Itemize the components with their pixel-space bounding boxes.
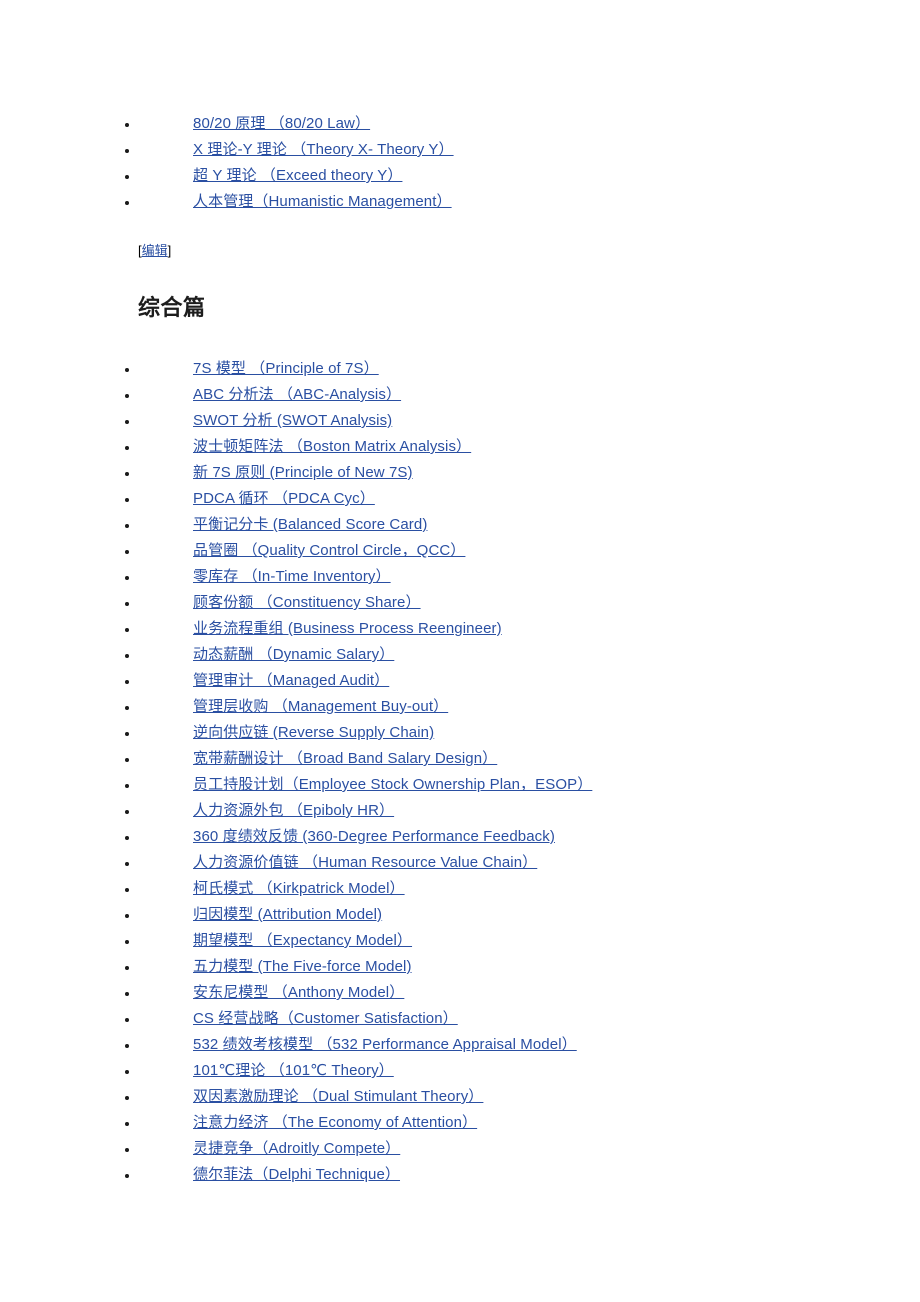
edit-link[interactable]: 编辑 xyxy=(142,243,168,258)
comprehensive-item-link[interactable]: 归因模型 (Attribution Model) xyxy=(193,906,382,923)
comprehensive-item-link[interactable]: 德尔菲法（Delphi Technique） xyxy=(193,1166,400,1183)
comprehensive-item-link[interactable]: 平衡记分卡 (Balanced Score Card) xyxy=(193,516,427,533)
list-item: 零库存 （In-Time Inventory） xyxy=(0,564,592,590)
comprehensive-item-link[interactable]: 532 绩效考核模型 （532 Performance Appraisal Mo… xyxy=(193,1036,577,1053)
theory-item-link[interactable]: 80/20 原理 （80/20 Law） xyxy=(193,115,370,132)
list-item: 柯氏模式 （Kirkpatrick Model） xyxy=(0,876,592,902)
comprehensive-item-link[interactable]: 管理审计 （Managed Audit） xyxy=(193,672,389,689)
list-item: 逆向供应链 (Reverse Supply Chain) xyxy=(0,720,592,746)
comprehensive-item-link[interactable]: 101℃理论 （101℃ Theory） xyxy=(193,1062,394,1079)
comprehensive-item-link[interactable]: 柯氏模式 （Kirkpatrick Model） xyxy=(193,880,405,897)
comprehensive-item-link[interactable]: 顾客份额 （Constituency Share） xyxy=(193,594,421,611)
list-item: 360 度绩效反馈 (360-Degree Performance Feedba… xyxy=(0,824,592,850)
list-item: 品管圈 （Quality Control Circle，QCC） xyxy=(0,538,592,564)
comprehensive-topic-list: 7S 模型 （Principle of 7S） ABC 分析法 （ABC-Anal… xyxy=(0,356,592,1188)
list-item: 人力资源价值链 （Human Resource Value Chain） xyxy=(0,850,592,876)
comprehensive-item-link[interactable]: CS 经营战略（Customer Satisfaction） xyxy=(193,1010,458,1027)
list-item: 7S 模型 （Principle of 7S） xyxy=(0,356,592,382)
list-item: 动态薪酬 （Dynamic Salary） xyxy=(0,642,592,668)
list-item: 101℃理论 （101℃ Theory） xyxy=(0,1058,592,1084)
edit-close-bracket: ] xyxy=(167,243,172,258)
list-item: 双因素激励理论 （Dual Stimulant Theory） xyxy=(0,1084,592,1110)
section-heading: 综合篇 xyxy=(138,295,206,320)
comprehensive-item-link[interactable]: ABC 分析法 （ABC-Analysis） xyxy=(193,386,401,403)
list-item: 人力资源外包 （Epiboly HR） xyxy=(0,798,592,824)
comprehensive-item-link[interactable]: 360 度绩效反馈 (360-Degree Performance Feedba… xyxy=(193,828,555,845)
list-item: 80/20 原理 （80/20 Law） xyxy=(0,111,454,137)
list-item: 人本管理（Humanistic Management） xyxy=(0,189,454,215)
comprehensive-item-link[interactable]: 安东尼模型 （Anthony Model） xyxy=(193,984,404,1001)
comprehensive-item-link[interactable]: 7S 模型 （Principle of 7S） xyxy=(193,360,379,377)
edit-marker: [编辑] xyxy=(138,242,171,260)
list-item: CS 经营战略（Customer Satisfaction） xyxy=(0,1006,592,1032)
list-item: 德尔菲法（Delphi Technique） xyxy=(0,1162,592,1188)
comprehensive-item-link[interactable]: SWOT 分析 (SWOT Analysis) xyxy=(193,412,392,429)
comprehensive-item-link[interactable]: 期望模型 （Expectancy Model） xyxy=(193,932,412,949)
comprehensive-item-link[interactable]: 人力资源外包 （Epiboly HR） xyxy=(193,802,394,819)
document-page: 80/20 原理 （80/20 Law） X 理论-Y 理论 （Theory X-… xyxy=(0,0,920,1302)
list-item: X 理论-Y 理论 （Theory X- Theory Y） xyxy=(0,137,454,163)
comprehensive-item-link[interactable]: 品管圈 （Quality Control Circle，QCC） xyxy=(193,542,465,559)
theory-topic-list: 80/20 原理 （80/20 Law） X 理论-Y 理论 （Theory X-… xyxy=(0,111,454,215)
comprehensive-item-link[interactable]: 双因素激励理论 （Dual Stimulant Theory） xyxy=(193,1088,483,1105)
list-item: 顾客份额 （Constituency Share） xyxy=(0,590,592,616)
comprehensive-item-link[interactable]: 灵捷竞争（Adroitly Compete） xyxy=(193,1140,400,1157)
list-item: 归因模型 (Attribution Model) xyxy=(0,902,592,928)
list-item: 管理审计 （Managed Audit） xyxy=(0,668,592,694)
list-item: SWOT 分析 (SWOT Analysis) xyxy=(0,408,592,434)
theory-item-link[interactable]: 人本管理（Humanistic Management） xyxy=(193,193,452,210)
list-item: 期望模型 （Expectancy Model） xyxy=(0,928,592,954)
comprehensive-item-link[interactable]: 逆向供应链 (Reverse Supply Chain) xyxy=(193,724,434,741)
comprehensive-item-link[interactable]: 五力模型 (The Five-force Model) xyxy=(193,958,412,975)
list-item: 新 7S 原则 (Principle of New 7S) xyxy=(0,460,592,486)
list-item: 532 绩效考核模型 （532 Performance Appraisal Mo… xyxy=(0,1032,592,1058)
list-item: 平衡记分卡 (Balanced Score Card) xyxy=(0,512,592,538)
list-item: 业务流程重组 (Business Process Reengineer) xyxy=(0,616,592,642)
comprehensive-item-link[interactable]: 管理层收购 （Management Buy-out） xyxy=(193,698,448,715)
comprehensive-item-link[interactable]: 注意力经济 （The Economy of Attention） xyxy=(193,1114,477,1131)
list-item: 波士顿矩阵法 （Boston Matrix Analysis） xyxy=(0,434,592,460)
comprehensive-item-link[interactable]: 波士顿矩阵法 （Boston Matrix Analysis） xyxy=(193,438,471,455)
comprehensive-item-link[interactable]: 动态薪酬 （Dynamic Salary） xyxy=(193,646,394,663)
list-item: PDCA 循环 （PDCA Cyc） xyxy=(0,486,592,512)
list-item: 员工持股计划（Employee Stock Ownership Plan，ESO… xyxy=(0,772,592,798)
list-item: 灵捷竞争（Adroitly Compete） xyxy=(0,1136,592,1162)
list-item: ABC 分析法 （ABC-Analysis） xyxy=(0,382,592,408)
list-item: 五力模型 (The Five-force Model) xyxy=(0,954,592,980)
comprehensive-item-link[interactable]: 员工持股计划（Employee Stock Ownership Plan，ESO… xyxy=(193,776,592,793)
comprehensive-item-link[interactable]: 业务流程重组 (Business Process Reengineer) xyxy=(193,620,502,637)
comprehensive-item-link[interactable]: 宽带薪酬设计 （Broad Band Salary Design） xyxy=(193,750,497,767)
theory-item-link[interactable]: 超 Y 理论 （Exceed theory Y） xyxy=(193,167,402,184)
comprehensive-item-link[interactable]: 零库存 （In-Time Inventory） xyxy=(193,568,391,585)
list-item: 宽带薪酬设计 （Broad Band Salary Design） xyxy=(0,746,592,772)
comprehensive-item-link[interactable]: 人力资源价值链 （Human Resource Value Chain） xyxy=(193,854,537,871)
comprehensive-item-link[interactable]: PDCA 循环 （PDCA Cyc） xyxy=(193,490,375,507)
list-item: 超 Y 理论 （Exceed theory Y） xyxy=(0,163,454,189)
comprehensive-item-link[interactable]: 新 7S 原则 (Principle of New 7S) xyxy=(193,464,413,481)
list-item: 注意力经济 （The Economy of Attention） xyxy=(0,1110,592,1136)
list-item: 安东尼模型 （Anthony Model） xyxy=(0,980,592,1006)
theory-item-link[interactable]: X 理论-Y 理论 （Theory X- Theory Y） xyxy=(193,141,454,158)
list-item: 管理层收购 （Management Buy-out） xyxy=(0,694,592,720)
